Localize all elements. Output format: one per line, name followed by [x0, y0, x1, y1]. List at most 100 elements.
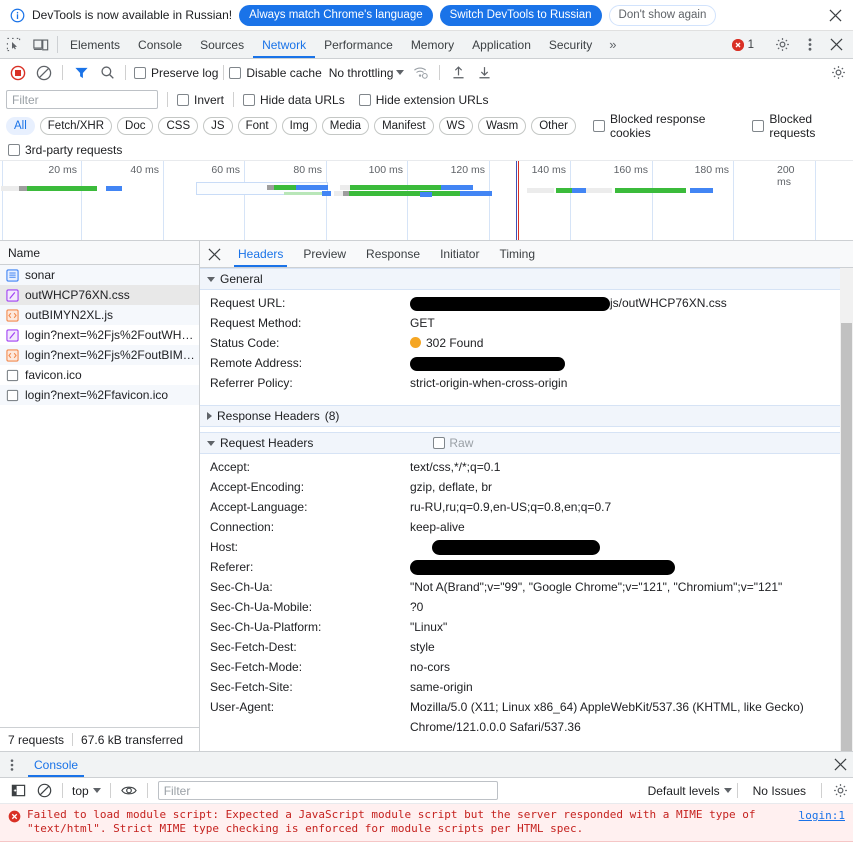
error-count-badge[interactable]: 1: [724, 38, 762, 51]
tab-application[interactable]: Application: [463, 31, 540, 58]
checkbox-box: [8, 143, 20, 156]
response-headers-section-header[interactable]: Response Headers (8): [200, 405, 853, 427]
detail-scrollbar-thumb[interactable]: [841, 323, 852, 751]
chip-css[interactable]: CSS: [158, 117, 199, 135]
request-header-connection: Connection: keep-alive: [200, 517, 853, 537]
dont-show-again-button[interactable]: Don't show again: [608, 4, 717, 26]
row-value: ru-RU,ru;q=0.9,en-US;q=0.8,en;q=0.7: [410, 500, 612, 514]
close-devtools-icon[interactable]: [823, 38, 850, 51]
disable-cache-checkbox[interactable]: Disable cache: [229, 65, 322, 80]
chip-wasm[interactable]: Wasm: [478, 117, 527, 135]
chip-all[interactable]: All: [6, 117, 35, 135]
throttling-dropdown[interactable]: No throttling: [329, 66, 405, 80]
chip-js[interactable]: JS: [203, 117, 233, 135]
disable-cache-label: Disable cache: [246, 65, 322, 80]
settings-gear-icon[interactable]: [769, 37, 796, 52]
tab-memory[interactable]: Memory: [402, 31, 463, 58]
raw-toggle-checkbox[interactable]: Raw: [433, 436, 473, 450]
console-sidebar-icon[interactable]: [5, 779, 31, 803]
hide-data-urls-checkbox[interactable]: Hide data URLs: [243, 93, 345, 107]
response-headers-title: Response Headers: [217, 409, 320, 423]
kebab-menu-icon[interactable]: [796, 37, 823, 52]
console-settings-gear-icon[interactable]: [827, 779, 853, 803]
close-detail-icon[interactable]: [200, 241, 228, 267]
detail-tab-preview[interactable]: Preview: [293, 241, 356, 267]
chip-ws[interactable]: WS: [438, 117, 474, 135]
tab-elements[interactable]: Elements: [61, 31, 129, 58]
overview-bar-segment: [690, 188, 713, 193]
request-row-login-outwh[interactable]: login?next=%2Fjs%2FoutWH…: [0, 325, 199, 345]
resource-type-filter-row: All Fetch/XHR Doc CSS JS Font Img Media …: [0, 112, 853, 140]
detail-scrollbar-track[interactable]: [840, 268, 853, 751]
network-settings-gear-icon[interactable]: [825, 61, 851, 85]
more-tabs-icon[interactable]: »: [601, 31, 624, 58]
drawer-close-icon[interactable]: [827, 752, 853, 777]
device-toolbar-icon[interactable]: [27, 31, 54, 58]
preserve-log-checkbox[interactable]: Preserve log: [134, 66, 218, 80]
import-har-icon[interactable]: [445, 61, 471, 85]
tab-network[interactable]: Network: [253, 31, 316, 58]
blocked-response-cookies-checkbox[interactable]: Blocked response cookies: [593, 112, 737, 140]
drawer-tab-console[interactable]: Console: [24, 752, 88, 777]
chip-fetch-xhr[interactable]: Fetch/XHR: [39, 117, 113, 135]
drawer-tabbar: Console: [0, 752, 853, 778]
request-row-outbimyn2xl-js[interactable]: outBIMYN2XL.js: [0, 305, 199, 325]
general-section-header[interactable]: General: [200, 268, 853, 290]
search-icon[interactable]: [94, 61, 120, 85]
network-conditions-icon[interactable]: [408, 61, 434, 85]
chevron-down-icon: [207, 440, 215, 446]
checkbox-box: [177, 93, 189, 106]
request-headers-section-header[interactable]: Request Headers Raw: [200, 432, 853, 454]
console-filter-input[interactable]: [157, 781, 498, 800]
tab-security[interactable]: Security: [540, 31, 601, 58]
inspect-element-icon[interactable]: [0, 31, 27, 58]
chip-media[interactable]: Media: [321, 117, 370, 135]
clear-icon[interactable]: [31, 61, 57, 85]
detail-tab-timing[interactable]: Timing: [489, 241, 545, 267]
filter-input[interactable]: [6, 90, 158, 109]
request-row-sonar[interactable]: sonar: [0, 265, 199, 285]
switch-devtools-language-button[interactable]: Switch DevTools to Russian: [439, 4, 602, 26]
clear-console-icon[interactable]: [31, 779, 57, 803]
blocked-requests-checkbox[interactable]: Blocked requests: [752, 112, 853, 140]
console-levels-dropdown[interactable]: Default levels: [648, 784, 732, 798]
console-issues-button[interactable]: No Issues: [743, 784, 816, 798]
live-expression-eye-icon[interactable]: [116, 779, 142, 803]
tab-sources[interactable]: Sources: [191, 31, 253, 58]
request-list-header[interactable]: Name: [0, 241, 199, 265]
devtools-main-tabbar: Elements Console Sources Network Perform…: [0, 31, 853, 59]
overview-bar-segment: [267, 185, 274, 190]
response-headers-count: (8): [324, 409, 340, 423]
request-row-favicon-ico[interactable]: favicon.ico: [0, 365, 199, 385]
overview-bar-segment: [556, 188, 572, 193]
chip-font[interactable]: Font: [237, 117, 277, 135]
request-row-outwhcp76xn-css[interactable]: outWHCP76XN.css: [0, 285, 199, 305]
third-party-requests-checkbox[interactable]: 3rd-party requests: [8, 143, 122, 157]
chip-other[interactable]: Other: [531, 117, 576, 135]
always-match-language-button[interactable]: Always match Chrome's language: [239, 4, 433, 26]
banner-close-icon[interactable]: [825, 5, 845, 25]
chip-img[interactable]: Img: [281, 117, 317, 135]
hide-extension-urls-checkbox[interactable]: Hide extension URLs: [358, 93, 488, 107]
overview-bar-segment: [420, 192, 432, 197]
console-error-message[interactable]: Failed to load module script: Expected a…: [0, 804, 853, 842]
console-error-source-link[interactable]: login:1: [799, 809, 845, 822]
drawer-kebab-menu-icon[interactable]: [0, 752, 24, 777]
tab-console[interactable]: Console: [129, 31, 191, 58]
chip-manifest[interactable]: Manifest: [374, 117, 434, 135]
detail-tab-initiator[interactable]: Initiator: [430, 241, 489, 267]
console-context-selector[interactable]: top: [68, 784, 105, 798]
detail-tab-response[interactable]: Response: [356, 241, 430, 267]
row-value: [410, 353, 565, 373]
funnel-filter-icon[interactable]: [68, 61, 94, 85]
detail-tab-headers[interactable]: Headers: [228, 241, 293, 267]
request-row-login-outbim[interactable]: login?next=%2Fjs%2FoutBIM…: [0, 345, 199, 365]
row-value: "Linux": [410, 620, 448, 634]
request-row-login-favicon[interactable]: login?next=%2Ffavicon.ico: [0, 385, 199, 405]
network-overview-timeline[interactable]: 20 ms 40 ms 60 ms 80 ms 100 ms 120 ms 14…: [0, 161, 853, 241]
tab-performance[interactable]: Performance: [315, 31, 402, 58]
export-har-icon[interactable]: [471, 61, 497, 85]
record-stop-icon[interactable]: [5, 61, 31, 85]
invert-checkbox[interactable]: Invert: [177, 93, 224, 107]
chip-doc[interactable]: Doc: [117, 117, 154, 135]
